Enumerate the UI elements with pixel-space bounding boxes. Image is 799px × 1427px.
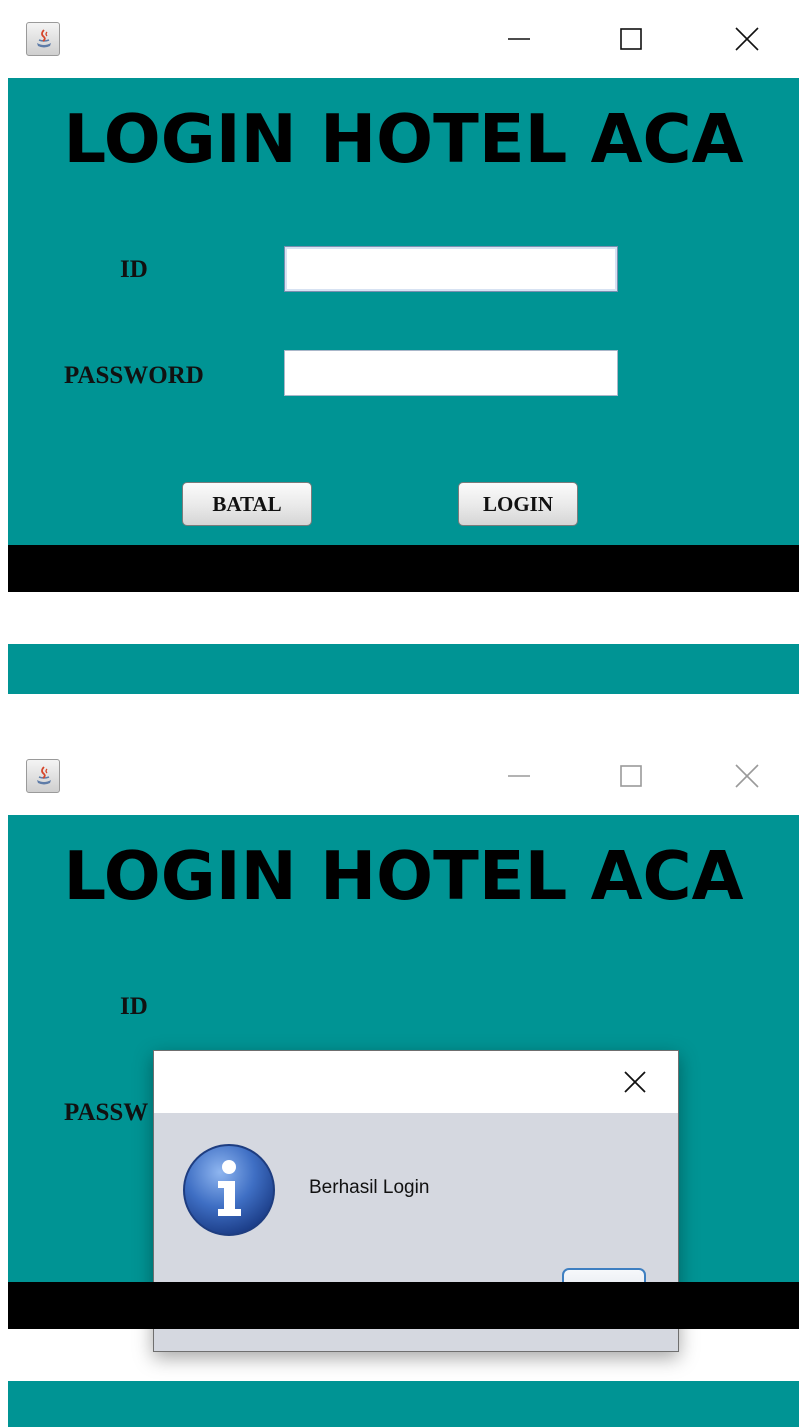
password-input[interactable] <box>284 350 618 396</box>
teal-strip <box>8 1381 799 1427</box>
login-window: LOGIN HOTEL ACA ID PASSWORD BATAL LOGIN <box>0 0 799 700</box>
info-icon <box>182 1143 276 1237</box>
password-label: PASSW <box>64 1099 149 1126</box>
maximize-icon[interactable] <box>614 22 648 56</box>
dialog-message: Berhasil Login <box>309 1177 430 1198</box>
black-bar <box>8 545 799 592</box>
dialog-titlebar[interactable] <box>154 1051 678 1113</box>
java-icon[interactable] <box>26 759 60 793</box>
dialog-close-icon[interactable] <box>620 1067 650 1097</box>
login-button[interactable]: LOGIN <box>458 482 578 526</box>
id-input[interactable] <box>284 246 618 292</box>
maximize-icon[interactable] <box>614 759 648 793</box>
cancel-button[interactable]: BATAL <box>182 482 312 526</box>
id-label: ID <box>120 256 148 283</box>
teal-strip <box>8 644 799 694</box>
java-icon[interactable] <box>26 22 60 56</box>
close-icon[interactable] <box>730 22 764 56</box>
password-label: PASSWORD <box>64 362 204 389</box>
window-titlebar[interactable] <box>0 0 799 78</box>
id-label: ID <box>120 993 148 1020</box>
minimize-icon[interactable] <box>502 759 536 793</box>
window-titlebar[interactable] <box>0 737 799 815</box>
page-title: LOGIN HOTEL ACA <box>63 837 744 915</box>
page-title: LOGIN HOTEL ACA <box>63 100 744 178</box>
minimize-icon[interactable] <box>502 22 536 56</box>
black-bar <box>8 1282 799 1329</box>
close-icon[interactable] <box>730 759 764 793</box>
login-window-with-dialog: LOGIN HOTEL ACA ID PASSW Berhasil Login <box>0 737 799 1427</box>
login-panel: LOGIN HOTEL ACA ID PASSWORD BATAL LOGIN <box>8 78 799 545</box>
login-panel: LOGIN HOTEL ACA ID PASSW Berhasil Login <box>8 815 799 1352</box>
